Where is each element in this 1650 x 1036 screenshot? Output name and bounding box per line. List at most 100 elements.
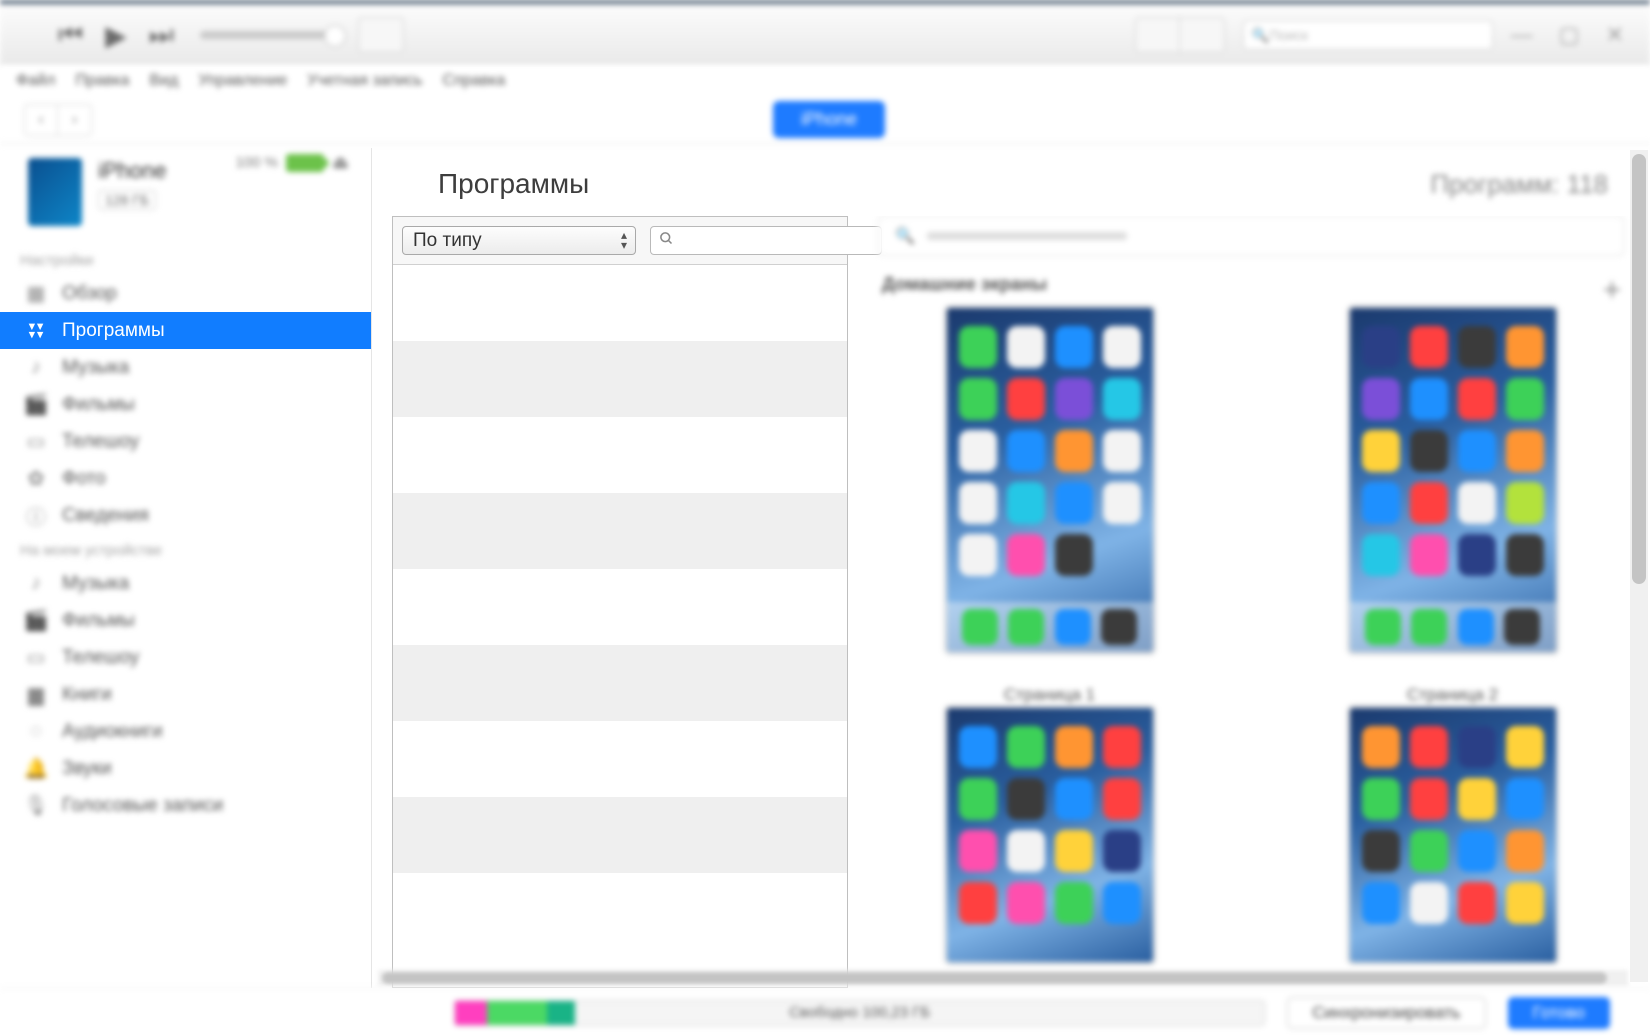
- sidebar-item-label: Телешоу: [62, 431, 139, 453]
- menu-account[interactable]: Учетная запись: [307, 72, 422, 90]
- sidebar-item-label: Музыка: [62, 573, 129, 595]
- tv-icon: ▭: [24, 646, 48, 670]
- next-icon[interactable]: ⏭: [149, 19, 174, 52]
- eject-icon[interactable]: ⏏: [332, 152, 349, 173]
- menu-controls[interactable]: Управление: [198, 72, 287, 90]
- playback-controls: ⏮ ▶ ⏭: [58, 19, 174, 52]
- menu-view[interactable]: Вид: [149, 72, 178, 90]
- sidebar-item-books[interactable]: ▆ Книги: [0, 676, 371, 713]
- main-pane: Программы Программ: 118 По типу ▴▾: [372, 148, 1650, 988]
- list-item[interactable]: [393, 873, 847, 949]
- view-switcher[interactable]: [1135, 17, 1225, 53]
- sidebar-item-label: Фото: [62, 468, 106, 490]
- sidebar-item-music[interactable]: ♪ Музыка: [0, 349, 371, 386]
- home-screens-pane: 🔍 Домашние экраны ＋: [878, 216, 1624, 988]
- home-screen-card[interactable]: [1311, 305, 1594, 655]
- movies-icon: 🎬: [24, 393, 48, 417]
- play-icon[interactable]: ▶: [105, 19, 127, 52]
- sidebar-item-audiobooks[interactable]: ◌ Аудиокниги: [0, 713, 371, 750]
- menu-edit[interactable]: Правка: [75, 72, 129, 90]
- movies-icon: 🎬: [24, 609, 48, 633]
- screens-search[interactable]: 🔍: [878, 216, 1624, 256]
- nav-back-icon[interactable]: ‹: [24, 104, 58, 136]
- list-item[interactable]: [393, 569, 847, 645]
- apps-count: Программ: 118: [1430, 169, 1608, 200]
- home-screen-card[interactable]: Страница 1: [908, 677, 1191, 965]
- footer: Свободно 100,23 ГБ Синхронизировать Гото…: [0, 988, 1650, 1036]
- apps-list[interactable]: [393, 265, 847, 987]
- add-page-icon[interactable]: ＋: [1602, 274, 1620, 292]
- close-icon[interactable]: ✕: [1606, 22, 1624, 48]
- done-button[interactable]: Готово: [1508, 997, 1611, 1029]
- prev-icon[interactable]: ⏮: [58, 19, 83, 52]
- apps-icon: [24, 319, 48, 343]
- music-icon: ♪: [24, 572, 48, 596]
- sidebar-item-movies-2[interactable]: 🎬 Фильмы: [0, 602, 371, 639]
- music-icon: ♪: [24, 356, 48, 380]
- sidebar-section-settings: Настройки: [0, 244, 371, 275]
- battery-icon: [286, 154, 324, 172]
- list-item[interactable]: [393, 417, 847, 493]
- sidebar-item-label: Обзор: [62, 283, 117, 305]
- photos-icon: ✿: [24, 467, 48, 491]
- sidebar-item-label: Звуки: [62, 758, 112, 780]
- apps-list-pane: По типу ▴▾: [392, 216, 848, 988]
- sidebar-item-label: Книги: [62, 684, 112, 706]
- page-title: Программы: [438, 168, 589, 200]
- voice-icon: 🎙: [24, 794, 48, 818]
- sidebar-item-info[interactable]: ⓘ Сведения: [0, 497, 371, 534]
- sidebar-item-label: Программы: [62, 320, 165, 342]
- search-icon: [659, 231, 674, 251]
- sidebar-item-music-2[interactable]: ♪ Музыка: [0, 565, 371, 602]
- books-icon: ▆: [24, 683, 48, 707]
- sidebar-item-label: Аудиокниги: [62, 721, 163, 743]
- info-icon: ⓘ: [24, 504, 48, 528]
- list-item[interactable]: [393, 721, 847, 797]
- sort-dropdown[interactable]: По типу ▴▾: [402, 226, 636, 255]
- nav-forward-icon[interactable]: ›: [58, 104, 92, 136]
- home-screen-card[interactable]: Страница 2: [1311, 677, 1594, 965]
- device-header: iPhone 128 ГБ 100 % ⏏: [0, 158, 371, 244]
- device-thumbnail: [28, 158, 82, 226]
- list-item[interactable]: [393, 341, 847, 417]
- screen-caption: Страница 2: [1407, 685, 1498, 705]
- sidebar-item-label: Телешоу: [62, 647, 139, 669]
- list-item[interactable]: [393, 797, 847, 873]
- tones-icon: 🔔: [24, 757, 48, 781]
- apps-search-input[interactable]: [674, 232, 873, 249]
- audio-icon: ◌: [24, 720, 48, 744]
- sync-button[interactable]: Синхронизировать: [1287, 997, 1485, 1029]
- list-item[interactable]: [393, 265, 847, 341]
- volume-slider[interactable]: [200, 31, 340, 39]
- tabbar: ‹ › iPhone: [0, 96, 1650, 144]
- sidebar-item-movies[interactable]: 🎬 Фильмы: [0, 386, 371, 423]
- maximize-icon[interactable]: ▢: [1559, 22, 1580, 48]
- minimize-icon[interactable]: —: [1511, 22, 1533, 48]
- horizontal-scrollbar[interactable]: [378, 970, 1628, 986]
- apps-search[interactable]: [650, 226, 882, 255]
- window-buttons: — ▢ ✕: [1511, 22, 1624, 48]
- sidebar-item-photos[interactable]: ✿ Фото: [0, 460, 371, 497]
- sidebar-item-apps[interactable]: Программы: [0, 312, 371, 349]
- search-icon: 🔍: [1252, 27, 1269, 44]
- sidebar-item-summary[interactable]: ▦ Обзор: [0, 275, 371, 312]
- apps-toolbar: По типу ▴▾: [393, 217, 847, 265]
- nav-arrows: ‹ ›: [24, 104, 92, 136]
- list-item[interactable]: [393, 645, 847, 721]
- sidebar-item-tv-2[interactable]: ▭ Телешоу: [0, 639, 371, 676]
- sidebar-item-voice[interactable]: 🎙 Голосовые записи: [0, 787, 371, 824]
- sidebar-item-tv[interactable]: ▭ Телешоу: [0, 423, 371, 460]
- home-screen-card[interactable]: [908, 305, 1191, 655]
- airplay-button[interactable]: [358, 17, 404, 53]
- vertical-scrollbar[interactable]: [1630, 150, 1648, 982]
- menu-file[interactable]: Файл: [16, 72, 55, 90]
- global-search[interactable]: 🔍 Поиск: [1243, 20, 1493, 50]
- sidebar-item-tones[interactable]: 🔔 Звуки: [0, 750, 371, 787]
- chevron-updown-icon: ▴▾: [621, 230, 627, 250]
- sidebar-item-label: Фильмы: [62, 394, 135, 416]
- list-item[interactable]: [393, 493, 847, 569]
- sidebar-section-ondevice: На моем устройстве: [0, 534, 371, 565]
- screens-search-placeholder: [927, 232, 1127, 240]
- menu-help[interactable]: Справка: [443, 72, 506, 90]
- tab-iphone[interactable]: iPhone: [773, 101, 885, 138]
